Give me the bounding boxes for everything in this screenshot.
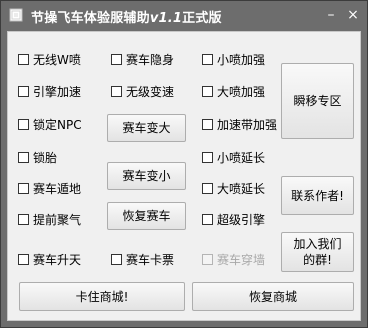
checkbox-box[interactable] (18, 118, 29, 130)
title-prefix: 节操飞车体验服辅助 (31, 11, 150, 26)
main-panel: 无线W喷 引擎加速 锁定NPC 锁胎 赛车遁地 提前聚气 赛车升天 赛车隐身 无… (7, 31, 361, 321)
join-group-button[interactable]: 加入我们的群! (281, 232, 354, 272)
checkbox-label: 小喷延长 (217, 150, 266, 165)
checkbox-label: 赛车隐身 (126, 52, 175, 67)
checkbox-label: 引擎加速 (33, 84, 82, 99)
checkbox-box[interactable] (18, 53, 29, 65)
checkbox-early-charge[interactable]: 提前聚气 (18, 210, 81, 228)
checkbox-label: 加速带加强 (217, 117, 278, 132)
checkbox-lock-npc[interactable]: 锁定NPC (18, 115, 82, 133)
kart-bigger-button[interactable]: 赛车变大 (107, 114, 186, 142)
checkbox-box[interactable] (18, 182, 29, 194)
checkbox-label: 锁胎 (33, 150, 58, 165)
app-window: 节操飞车体验服辅助v1.1正式版 – × 无线W喷 引擎加速 锁定NPC 锁胎 … (0, 0, 368, 328)
teleport-zone-button[interactable]: 瞬移专区 (281, 63, 354, 139)
restore-kart-button[interactable]: 恢复赛车 (107, 202, 186, 230)
checkbox-big-spray-extend[interactable]: 大喷延长 (202, 179, 265, 197)
kart-smaller-button[interactable]: 赛车变小 (107, 162, 186, 190)
checkbox-label: 超级引擎 (217, 212, 266, 227)
window-title: 节操飞车体验服辅助v1.1正式版 (31, 7, 222, 26)
checkbox-label: 小喷加强 (217, 52, 266, 67)
checkbox-small-spray-boost[interactable]: 小喷加强 (202, 50, 265, 68)
checkbox-box[interactable] (18, 85, 29, 97)
app-icon (9, 8, 23, 22)
title-suffix: 正式版 (182, 11, 222, 26)
checkbox-box[interactable] (18, 253, 29, 265)
contact-author-button[interactable]: 联系作者! (281, 176, 354, 215)
checkbox-no-line-spray[interactable]: 无线W喷 (18, 50, 81, 68)
checkbox-small-spray-extend[interactable]: 小喷延长 (202, 148, 265, 166)
checkbox-label: 锁定NPC (33, 117, 82, 132)
checkbox-box[interactable] (18, 151, 29, 163)
checkbox-box (202, 253, 213, 265)
checkbox-label: 大喷加强 (217, 84, 266, 99)
checkbox-big-spray-boost[interactable]: 大喷加强 (202, 82, 265, 100)
checkbox-kart-stealth[interactable]: 赛车隐身 (111, 50, 174, 68)
checkbox-kart-stuck[interactable]: 赛车卡票 (111, 250, 174, 268)
minimize-button[interactable]: – (323, 7, 339, 23)
checkbox-label: 赛车穿墙 (217, 252, 266, 267)
checkbox-box[interactable] (202, 53, 213, 65)
close-button[interactable]: × (345, 7, 361, 23)
checkbox-stepless-shift[interactable]: 无级变速 (111, 82, 174, 100)
checkbox-box[interactable] (111, 53, 122, 65)
checkbox-box[interactable] (111, 253, 122, 265)
checkbox-label: 无级变速 (126, 84, 175, 99)
checkbox-label: 无线W喷 (33, 52, 81, 67)
checkbox-label: 赛车卡票 (126, 252, 175, 267)
checkbox-boost-band-strong[interactable]: 加速带加强 (202, 115, 277, 133)
restore-shop-button[interactable]: 恢复商城 (192, 282, 354, 311)
checkbox-box[interactable] (202, 151, 213, 163)
checkbox-super-engine[interactable]: 超级引擎 (202, 210, 265, 228)
checkbox-label: 赛车遁地 (33, 181, 82, 196)
checkbox-engine-boost[interactable]: 引擎加速 (18, 82, 81, 100)
card-shop-button[interactable]: 卡住商城! (19, 282, 185, 311)
checkbox-box[interactable] (202, 182, 213, 194)
checkbox-box[interactable] (111, 85, 122, 97)
checkbox-box[interactable] (18, 213, 29, 225)
checkbox-kart-ground[interactable]: 赛车遁地 (18, 179, 81, 197)
title-version: v1.1 (149, 11, 183, 26)
checkbox-box[interactable] (202, 85, 213, 97)
checkbox-kart-ascend[interactable]: 赛车升天 (18, 250, 81, 268)
checkbox-wall-pass: 赛车穿墙 (202, 250, 265, 268)
title-bar[interactable]: 节操飞车体验服辅助v1.1正式版 – × (1, 1, 367, 31)
checkbox-box[interactable] (202, 213, 213, 225)
checkbox-label: 大喷延长 (217, 181, 266, 196)
checkbox-box[interactable] (202, 118, 213, 130)
checkbox-label: 提前聚气 (33, 212, 82, 227)
checkbox-lock-tire[interactable]: 锁胎 (18, 148, 57, 166)
checkbox-label: 赛车升天 (33, 252, 82, 267)
